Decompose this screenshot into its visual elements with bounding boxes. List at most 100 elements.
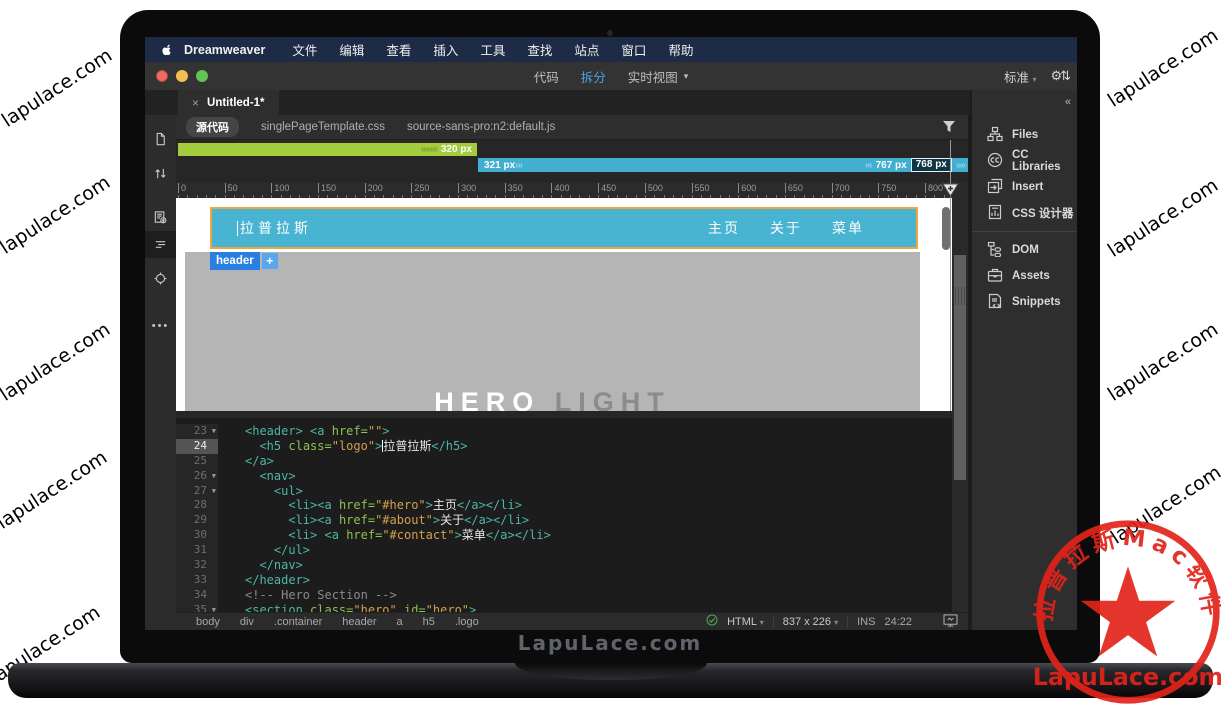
related-file-2[interactable]: source-sans-pro:n2:default.js [407, 121, 555, 133]
code-text[interactable]: <header> <a href=""> [218, 424, 390, 439]
related-file-1[interactable]: singlePageTemplate.css [261, 121, 385, 133]
fold-arrow-icon[interactable]: ▼ [207, 603, 216, 612]
menu-item-查看[interactable]: 查看 [375, 44, 422, 58]
code-text[interactable]: <li><a href="#hero">主页</a></li> [218, 498, 522, 513]
filter-funnel-icon[interactable] [942, 120, 956, 136]
close-tab-icon[interactable]: × [192, 96, 199, 110]
panel-tab-cc[interactable]: CC Libraries [972, 148, 1077, 174]
code-text[interactable]: <!-- Hero Section --> [218, 588, 397, 603]
selected-header-element[interactable]: 拉普拉斯 主页 关于 菜单 [210, 207, 918, 249]
code-view[interactable]: 23▼<header> <a href="">24 <h5 class="log… [176, 418, 952, 612]
line-number: 26▼ [176, 469, 218, 484]
menu-item-文件[interactable]: 文件 [281, 44, 328, 58]
chevron-down-icon: ▾ [684, 71, 689, 82]
workspace-switcher[interactable]: 标准 ▾ [1004, 67, 1037, 86]
ruler-label: 400 [551, 183, 569, 193]
line-number: 31 [176, 543, 218, 558]
live-view-options-icon[interactable] [145, 204, 176, 231]
code-text[interactable]: </header> [218, 573, 310, 588]
breakpoint-768-box[interactable]: 768 px [911, 158, 952, 172]
tag-selector-logo[interactable]: .logo [455, 616, 479, 628]
open-documents-icon[interactable] [145, 125, 176, 152]
lint-ok-icon[interactable] [706, 614, 718, 629]
media-query-blue-segment[interactable]: 321 px ›» «‹ 767 px 768 px »» [478, 158, 968, 172]
watermark-text: lapulace.com [0, 446, 111, 533]
customize-toolbar-icon[interactable]: ••• [145, 312, 176, 339]
code-text[interactable]: <section class="hero" id="hero"> [218, 603, 476, 612]
preview-in-browser-icon[interactable] [943, 614, 958, 630]
code-text[interactable]: </ul> [218, 543, 310, 558]
tag-selector-div[interactable]: div [240, 616, 254, 628]
fold-arrow-icon[interactable]: ▼ [207, 484, 216, 499]
view-mode-实时视图[interactable]: 实时视图 [628, 67, 678, 86]
zoom-window-button[interactable] [196, 70, 208, 82]
minimize-window-button[interactable] [176, 70, 188, 82]
ruler-label: 700 [832, 183, 850, 193]
fold-arrow-icon[interactable]: ▼ [207, 424, 216, 439]
file-management-icon[interactable] [145, 160, 176, 187]
cc-icon [987, 152, 1003, 171]
code-text[interactable]: <li> <a href="#contact">菜单</a></li> [218, 528, 551, 543]
add-element-plus-icon[interactable]: + [262, 253, 278, 269]
ruler-label: 350 [505, 183, 523, 193]
media-query-green-segment[interactable]: «««‹ 320 px [178, 143, 477, 156]
code-text[interactable]: </nav> [218, 558, 303, 573]
doc-type-dropdown[interactable]: HTML ▾ [727, 616, 764, 628]
code-text[interactable]: <ul> [218, 484, 303, 499]
tag-selector-body[interactable]: body [196, 616, 220, 628]
split-view-divider[interactable] [176, 411, 952, 418]
menu-item-站点[interactable]: 站点 [563, 44, 610, 58]
hero-section-preview[interactable]: HERO LIGHT [185, 252, 920, 411]
line-number: 25 [176, 454, 218, 469]
apple-menu-icon[interactable] [161, 42, 174, 57]
nav-link-菜单[interactable]: 菜单 [832, 218, 864, 238]
live-view[interactable]: HERO LIGHT 拉普拉斯 主页 关于 菜单 header + [176, 198, 952, 411]
nav-link-主页[interactable]: 主页 [708, 218, 740, 238]
menu-item-窗口[interactable]: 窗口 [610, 44, 657, 58]
close-window-button[interactable] [156, 70, 168, 82]
tag-selector-container[interactable]: .container [274, 616, 322, 628]
site-logo-text[interactable]: 拉普拉斯 [237, 218, 312, 238]
panel-tab-files[interactable]: Files [972, 122, 1077, 148]
tag-selector-header[interactable]: header [342, 616, 376, 628]
tab-untitled-1[interactable]: × Untitled-1* [178, 90, 279, 115]
inspect-mode-icon[interactable] [145, 265, 176, 292]
code-text[interactable]: <h5 class="logo">拉普拉斯</h5> [218, 439, 467, 454]
main-scrollbar-track[interactable] [952, 182, 968, 612]
view-mode-代码[interactable]: 代码 [534, 67, 559, 86]
viewport-scrubber-handle[interactable] [942, 183, 959, 200]
view-mode-拆分[interactable]: 拆分 [581, 67, 606, 86]
collapse-panels-icon[interactable]: « [1065, 96, 1071, 108]
tag-selector-a[interactable]: a [397, 616, 403, 628]
element-tag-badge[interactable]: header + [210, 251, 280, 271]
watermark-text: lapulace.com [1104, 24, 1221, 111]
panel-tab-css[interactable]: CSS 设计器 [972, 200, 1077, 226]
format-source-icon[interactable] [145, 231, 176, 258]
window-size-dropdown[interactable]: 837 x 226 ▾ [783, 616, 838, 628]
tag-selector-h5[interactable]: h5 [423, 616, 435, 628]
ruler-label: 0 [178, 183, 186, 193]
panel-tab-insert[interactable]: Insert [972, 174, 1077, 200]
nav-link-关于[interactable]: 关于 [770, 218, 802, 238]
panel-tab-dom[interactable]: DOM [972, 237, 1077, 263]
menu-item-查找[interactable]: 查找 [516, 44, 563, 58]
text-caret [237, 221, 238, 236]
code-text[interactable]: <nav> [218, 469, 296, 484]
preferences-gear-icon[interactable]: ⚙⇅ [1050, 68, 1069, 84]
chevron-down-icon: ▾ [1032, 75, 1036, 84]
menu-item-帮助[interactable]: 帮助 [657, 44, 704, 58]
code-text[interactable]: </a> [218, 454, 274, 469]
menu-item-工具[interactable]: 工具 [469, 44, 516, 58]
app-name[interactable]: Dreamweaver [184, 43, 265, 57]
watermark-text: lapulace.com [0, 171, 114, 258]
live-view-scrollbar-thumb[interactable] [942, 207, 950, 250]
fold-arrow-icon[interactable]: ▼ [207, 469, 216, 484]
related-file-0[interactable]: 源代码 [186, 117, 239, 137]
panel-tab-label: Files [1012, 129, 1038, 141]
menu-item-编辑[interactable]: 编辑 [328, 44, 375, 58]
code-text[interactable]: <li><a href="#about">关于</a></li> [218, 513, 529, 528]
panel-tab-snippets[interactable]: Snippets [972, 289, 1077, 315]
panel-tab-assets[interactable]: Assets [972, 263, 1077, 289]
panel-tab-label: CSS 设计器 [1012, 205, 1073, 221]
menu-item-插入[interactable]: 插入 [422, 44, 469, 58]
